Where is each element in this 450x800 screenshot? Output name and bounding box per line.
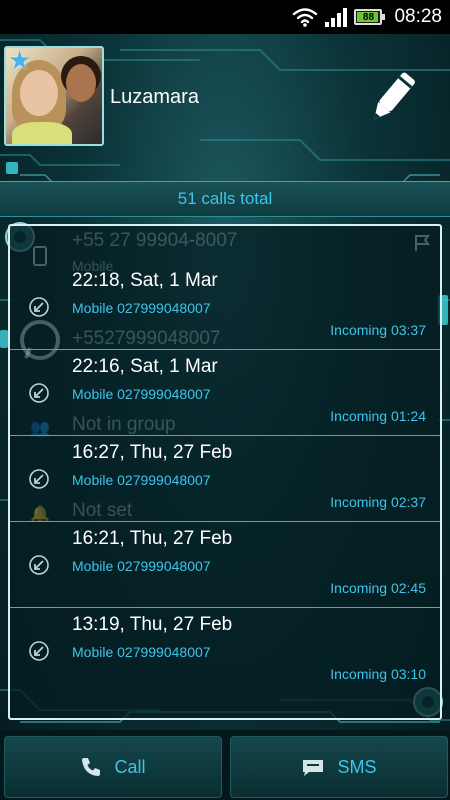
- flag-icon: [415, 235, 430, 251]
- call-date: 22:18, Sat, 1 Mar: [72, 270, 218, 291]
- pencil-icon[interactable]: [362, 68, 422, 128]
- call-log-item[interactable]: 16:27, Thu, 27 Feb Mobile 027999048007 I…: [10, 436, 440, 522]
- incoming-call-icon: [29, 641, 49, 661]
- call-log-item[interactable]: 16:21, Thu, 27 Feb Mobile 027999048007 I…: [10, 522, 440, 608]
- photo-detail: [20, 70, 58, 116]
- phone-icon: [30, 246, 50, 266]
- call-date: 16:27, Thu, 27 Feb: [72, 442, 233, 463]
- photo-detail: [66, 64, 96, 102]
- call-date: 22:16, Sat, 1 Mar: [72, 356, 218, 377]
- call-date: 16:21, Thu, 27 Feb: [72, 528, 233, 549]
- incoming-call-icon: [29, 383, 49, 403]
- battery-icon: 88: [354, 9, 386, 25]
- call-number: Mobile 027999048007: [72, 386, 211, 402]
- call-number: Mobile 027999048007: [72, 644, 211, 660]
- call-number: Mobile 027999048007: [72, 300, 211, 316]
- sms-button[interactable]: SMS: [230, 736, 448, 798]
- contact-name: Luzamara: [110, 86, 199, 108]
- call-button[interactable]: Call: [4, 736, 222, 798]
- phone-handset-icon: [82, 758, 101, 776]
- call-date: 13:19, Thu, 27 Feb: [72, 614, 233, 635]
- call-status: Incoming 02:45: [330, 580, 426, 596]
- star-icon[interactable]: ★: [8, 48, 31, 76]
- clock: 08:28: [394, 6, 442, 27]
- call-status: Incoming 01:24: [330, 408, 426, 424]
- bottom-action-bar: Call SMS: [0, 730, 450, 800]
- signal-icon: [325, 8, 348, 27]
- incoming-call-icon: [29, 555, 49, 575]
- message-icon: [303, 760, 324, 776]
- call-status: Incoming 03:10: [330, 666, 426, 682]
- call-button-label: Call: [114, 756, 146, 777]
- sms-button-label: SMS: [337, 756, 377, 777]
- call-log-item[interactable]: 22:16, Sat, 1 Mar Mobile 027999048007 In…: [10, 350, 440, 436]
- photo-detail: [12, 122, 72, 144]
- ghost-number: +55 27 99904-8007: [72, 230, 238, 251]
- calls-total-bar: 51 calls total: [0, 181, 450, 217]
- status-bar: 88 08:28: [0, 0, 450, 34]
- incoming-call-icon: [29, 469, 49, 489]
- calls-total-label: 51 calls total: [177, 189, 273, 208]
- call-log-item[interactable]: 22:18, Sat, 1 Mar Mobile 027999048007 In…: [10, 264, 440, 350]
- call-status: Incoming 03:37: [330, 322, 426, 338]
- call-number: Mobile 027999048007: [72, 472, 211, 488]
- battery-level: 88: [362, 11, 375, 23]
- contact-photo[interactable]: ★: [4, 46, 104, 146]
- incoming-call-icon: [29, 297, 49, 317]
- call-status: Incoming 02:37: [330, 494, 426, 510]
- call-number: Mobile 027999048007: [72, 558, 211, 574]
- wifi-icon: [293, 8, 318, 27]
- call-log-item[interactable]: 13:19, Thu, 27 Feb Mobile 027999048007 I…: [10, 608, 440, 694]
- call-history-list[interactable]: +55 27 99904-8007 Mobile +5527999048007 …: [8, 224, 442, 720]
